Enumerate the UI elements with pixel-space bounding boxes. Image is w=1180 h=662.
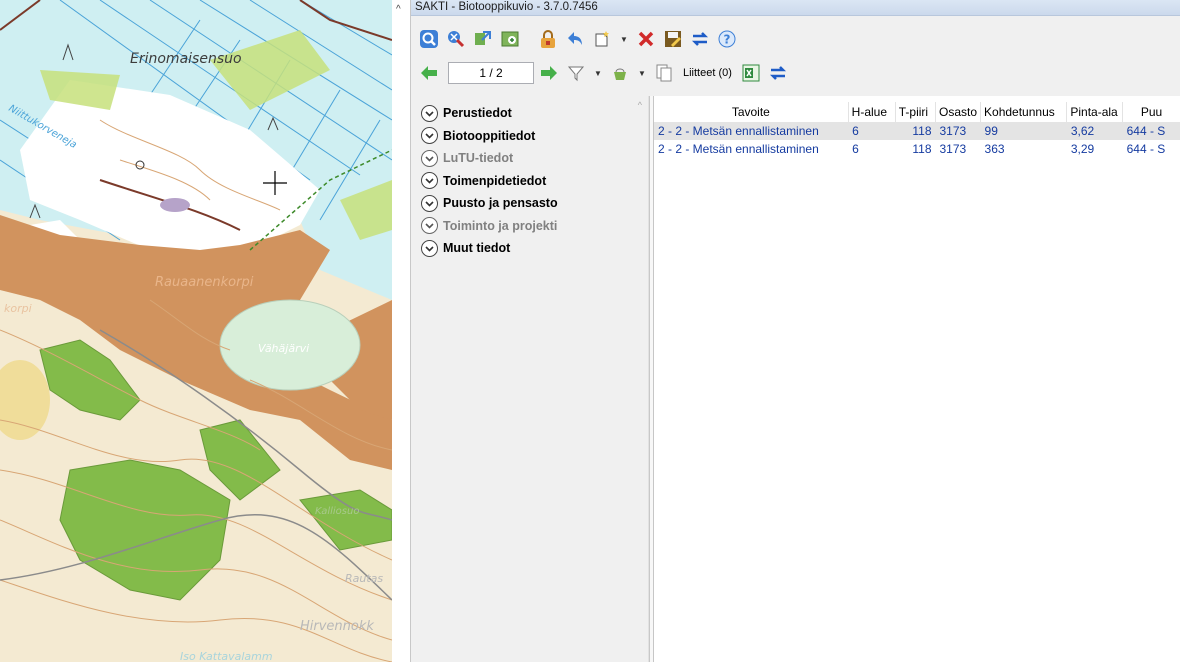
column-header-kohdetunnus[interactable]: Kohdetunnus	[980, 102, 1068, 122]
column-header-puu[interactable]: Puu	[1122, 102, 1180, 122]
lock-icon[interactable]	[536, 27, 560, 51]
application-panel: SAKTI - Biotooppikuvio - 3.7.0.7456 ▼ ? …	[410, 0, 1180, 662]
navigation-toolbar: 1 / 2 ▼ ▼ Liitteet (0)	[411, 58, 790, 88]
map-label-isokattava: Iso Kattavalamm	[180, 650, 273, 662]
save-edit-icon[interactable]	[661, 27, 685, 51]
filter-icon[interactable]	[564, 61, 588, 85]
cell-puu: 644 - S	[1126, 142, 1166, 156]
filter-dropdown-chevron-icon[interactable]: ▼	[591, 61, 605, 85]
map-add-icon[interactable]	[498, 27, 522, 51]
help-icon[interactable]: ?	[715, 27, 739, 51]
nav-item-label: Muut tiedot	[443, 241, 511, 256]
cell-osasto: 3173	[939, 142, 967, 156]
cell-pinta-ala: 3,29	[1070, 142, 1095, 156]
map-link-icon[interactable]	[471, 27, 495, 51]
chevron-down-icon	[421, 194, 438, 212]
window-title: SAKTI - Biotooppikuvio - 3.7.0.7456	[411, 0, 1180, 16]
map-label-kalliosuo: Kalliosuo	[315, 506, 359, 517]
cell-puu: 644 - S	[1122, 122, 1180, 140]
section-nav: ^ Perustiedot Biotooppitiedot LuTU-tiedo…	[417, 96, 649, 662]
map-view[interactable]: Erinomaisensuo Niittukorveneja Rauaanenk…	[0, 0, 392, 662]
column-header-pinta-ala[interactable]: Pinta-ala	[1066, 102, 1124, 122]
nav-item-toimenpidetiedot[interactable]: Toimenpidetiedot	[417, 170, 648, 193]
new-dropdown-chevron-icon[interactable]: ▼	[617, 27, 631, 51]
nav-item-toiminto-ja-projekti[interactable]: Toiminto ja projekti	[417, 215, 648, 238]
cell-pinta-ala: 3,62	[1066, 122, 1123, 140]
new-icon[interactable]	[590, 27, 614, 51]
chevron-down-icon	[421, 239, 438, 257]
svg-text:?: ?	[724, 33, 731, 47]
sync-icon[interactable]	[688, 27, 712, 51]
refresh-icon[interactable]	[766, 61, 790, 85]
column-header-tavoite[interactable]: Tavoite	[654, 102, 849, 122]
results-grid: Tavoite H-alue T-piiri Osasto Kohdetunnu…	[649, 96, 1180, 662]
map-purple-patch	[160, 198, 190, 212]
attachments-icon[interactable]	[652, 61, 676, 85]
next-arrow-icon[interactable]	[537, 61, 561, 85]
chevron-down-icon	[421, 217, 438, 235]
nav-item-biotooppitiedot[interactable]: Biotooppitiedot	[417, 125, 648, 148]
chevron-down-icon	[421, 127, 438, 145]
nav-item-lutu-tiedot[interactable]: LuTU-tiedot	[417, 147, 648, 170]
nav-item-label: Toimenpidetiedot	[443, 173, 547, 188]
nav-item-label: Puusto ja pensasto	[443, 196, 558, 211]
table-row[interactable]: 2 - 2 - Metsän ennallistaminen 6 118 317…	[654, 122, 1180, 140]
nav-item-perustiedot[interactable]: Perustiedot	[417, 102, 648, 125]
undo-icon[interactable]	[563, 27, 587, 51]
previous-arrow-icon[interactable]	[417, 61, 441, 85]
zoom-icon[interactable]	[417, 27, 441, 51]
delete-icon[interactable]	[634, 27, 658, 51]
cell-h-alue: 6	[852, 142, 859, 156]
basket-icon[interactable]	[608, 61, 632, 85]
zoom-reset-icon[interactable]	[444, 27, 468, 51]
record-pager-field[interactable]: 1 / 2	[448, 62, 534, 84]
table-row[interactable]: 2 - 2 - Metsän ennallistaminen 6 118 317…	[654, 140, 1180, 158]
map-label-korpi: korpi	[4, 302, 32, 315]
nav-item-label: Perustiedot	[443, 106, 512, 121]
chevron-down-icon	[421, 149, 438, 167]
map-label-hirvennokk: Hirvennokk	[300, 619, 374, 634]
results-table: Tavoite H-alue T-piiri Osasto Kohdetunnu…	[654, 102, 1180, 158]
map-label-erinomaisensuo: Erinomaisensuo	[130, 51, 242, 67]
nav-item-label: LuTU-tiedot	[443, 151, 514, 166]
column-header-osasto[interactable]: Osasto	[935, 102, 982, 122]
column-header-t-piiri[interactable]: T-piiri	[895, 102, 937, 122]
map-label-rautas: Rautas	[345, 572, 383, 585]
cell-t-piiri: 118	[895, 122, 936, 140]
nav-item-muut-tiedot[interactable]: Muut tiedot	[417, 237, 648, 260]
grid-row-header-strip	[650, 96, 654, 662]
nav-item-label: Biotooppitiedot	[443, 128, 536, 143]
cell-kohdetunnus: 363	[984, 142, 1005, 156]
cell-t-piiri: 118	[912, 142, 932, 156]
nav-item-puusto-ja-pensasto[interactable]: Puusto ja pensasto	[417, 192, 648, 215]
collapse-arrow-icon[interactable]: ^	[396, 4, 401, 15]
cell-h-alue: 6	[848, 122, 896, 140]
chevron-down-icon	[421, 104, 438, 122]
table-header-row: Tavoite H-alue T-piiri Osasto Kohdetunnu…	[654, 102, 1180, 122]
cell-tavoite: 2 - 2 - Metsän ennallistaminen	[654, 122, 849, 140]
cell-kohdetunnus: 99	[980, 122, 1067, 140]
panel-splitter[interactable]: ^	[392, 0, 410, 662]
column-header-h-alue[interactable]: H-alue	[848, 102, 896, 122]
cell-osasto: 3173	[935, 122, 981, 140]
cell-tavoite: 2 - 2 - Metsän ennallistaminen	[658, 142, 819, 156]
nav-item-label: Toiminto ja projekti	[443, 218, 558, 233]
basket-dropdown-chevron-icon[interactable]: ▼	[635, 61, 649, 85]
map-label-rauanmenkorpi: Rauaanenkorpi	[155, 275, 254, 290]
map-label-vahajarvi: Vähäjärvi	[258, 342, 309, 355]
attachments-label[interactable]: Liitteet (0)	[683, 67, 732, 79]
main-toolbar: ▼ ?	[411, 24, 739, 54]
excel-icon[interactable]	[739, 61, 763, 85]
scroll-up-icon[interactable]: ^	[638, 100, 642, 110]
chevron-down-icon	[421, 172, 438, 190]
